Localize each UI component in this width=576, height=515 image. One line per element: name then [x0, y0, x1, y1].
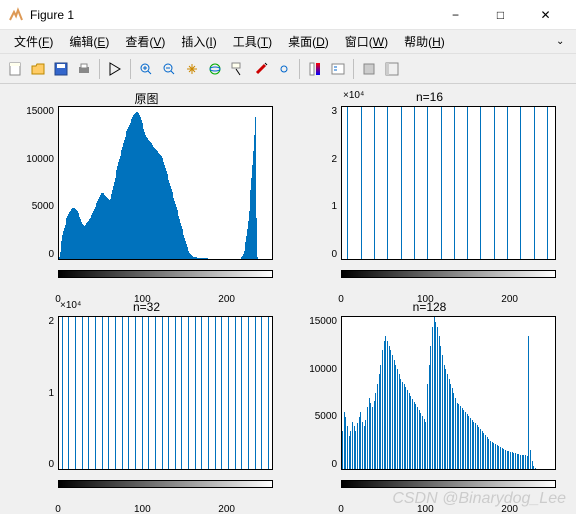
menu-h[interactable]: 帮助(H) [396, 31, 453, 52]
toolbar-separator [299, 59, 300, 79]
grayscale-colorbar [58, 480, 273, 488]
zoom-in-button[interactable] [135, 58, 157, 80]
y-axis-ticks: 3210 [291, 106, 337, 260]
toolbar [0, 54, 576, 84]
menu-v[interactable]: 查看(V) [117, 31, 173, 52]
menu-i[interactable]: 插入(I) [173, 31, 224, 52]
menu-f[interactable]: 文件(F) [6, 31, 61, 52]
dock-menu-button[interactable]: ⌄ [556, 36, 570, 47]
brush-button[interactable] [250, 58, 272, 80]
hide-plot-tools-button[interactable] [358, 58, 380, 80]
menu-t[interactable]: 工具(T) [225, 31, 280, 52]
subplot-2[interactable]: n=32×10⁴2100100200 [8, 302, 285, 506]
figure-canvas: 原图1500010000500000100200n=16×10⁴32100100… [0, 84, 576, 514]
subplot-1[interactable]: n=16×10⁴32100100200 [291, 92, 568, 296]
pan-button[interactable] [181, 58, 203, 80]
menu-e[interactable]: 编辑(E) [61, 31, 117, 52]
subplot-grid: 原图1500010000500000100200n=16×10⁴32100100… [8, 92, 568, 506]
minimize-button[interactable]: − [433, 0, 478, 30]
show-plot-tools-button[interactable] [381, 58, 403, 80]
plot-box[interactable] [58, 316, 273, 470]
y-axis-ticks: 150001000050000 [8, 106, 54, 260]
toolbar-separator [130, 59, 131, 79]
grayscale-colorbar [58, 270, 273, 278]
toolbar-separator [99, 59, 100, 79]
close-button[interactable]: ✕ [523, 0, 568, 30]
subplot-3[interactable]: n=1281500010000500000100200 [291, 302, 568, 506]
menu-w[interactable]: 窗口(W) [337, 31, 396, 52]
zoom-out-button[interactable] [158, 58, 180, 80]
rotate-3d-button[interactable] [204, 58, 226, 80]
insert-colorbar-button[interactable] [304, 58, 326, 80]
window-controls: − □ ✕ [433, 0, 568, 30]
menu-d[interactable]: 桌面(D) [280, 31, 337, 52]
subplot-title: n=128 [291, 300, 568, 314]
menubar: 文件(F)编辑(E)查看(V)插入(I)工具(T)桌面(D)窗口(W)帮助(H)… [0, 30, 576, 54]
subplot-0[interactable]: 原图1500010000500000100200 [8, 92, 285, 296]
y-axis-exponent: ×10⁴ [60, 300, 81, 311]
edit-plot-button[interactable] [104, 58, 126, 80]
subplot-title: 原图 [8, 90, 285, 107]
subplot-title: n=16 [291, 90, 568, 104]
plot-box[interactable] [341, 106, 556, 260]
plot-box[interactable] [341, 316, 556, 470]
new-figure-button[interactable] [4, 58, 26, 80]
y-axis-ticks: 210 [8, 316, 54, 470]
y-axis-exponent: ×10⁴ [343, 90, 364, 101]
subplot-title: n=32 [8, 300, 285, 314]
toolbar-separator [353, 59, 354, 79]
plot-box[interactable] [58, 106, 273, 260]
window-titlebar: Figure 1 − □ ✕ [0, 0, 576, 30]
save-button[interactable] [50, 58, 72, 80]
y-axis-ticks: 150001000050000 [291, 316, 337, 470]
data-cursor-button[interactable] [227, 58, 249, 80]
grayscale-colorbar [341, 270, 556, 278]
link-button[interactable] [273, 58, 295, 80]
grayscale-colorbar [341, 480, 556, 488]
matlab-icon [8, 7, 24, 23]
print-button[interactable] [73, 58, 95, 80]
window-title: Figure 1 [30, 8, 433, 22]
insert-legend-button[interactable] [327, 58, 349, 80]
maximize-button[interactable]: □ [478, 0, 523, 30]
open-button[interactable] [27, 58, 49, 80]
